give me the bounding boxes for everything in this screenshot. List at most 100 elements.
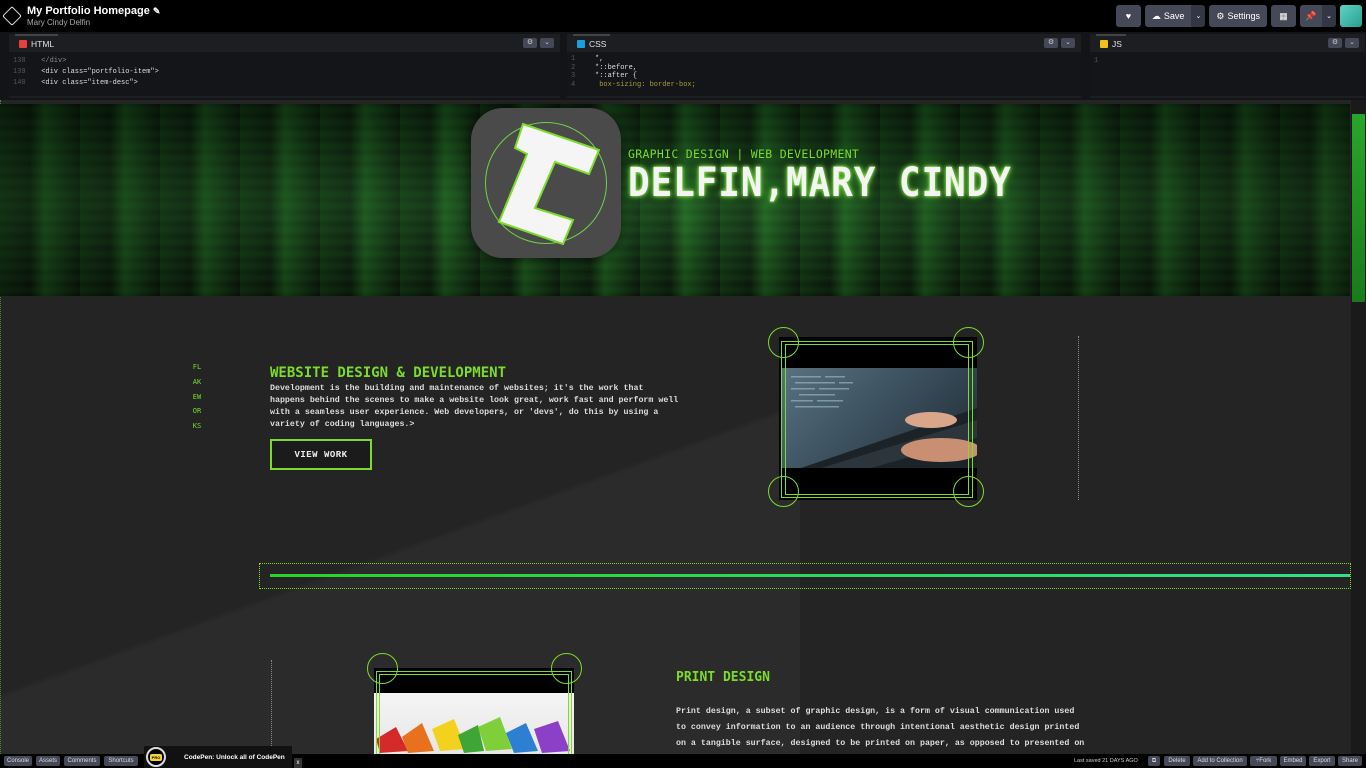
tab-css[interactable]: CSS xyxy=(573,34,611,52)
corner-circle xyxy=(768,476,799,507)
line-number: 138 xyxy=(13,57,26,65)
save-group: ☁ Save ⌄ xyxy=(1144,5,1206,27)
dotted-separator xyxy=(271,660,272,754)
layout-icon: ▦ xyxy=(1279,10,1288,21)
view-work-button[interactable]: VIEW WORK xyxy=(270,439,372,470)
assets-button[interactable]: Assets xyxy=(36,756,60,766)
pin-icon: 📌 xyxy=(1305,10,1317,21)
section-divider-line xyxy=(270,574,1350,577)
css-editor[interactable]: CSS ⚙ ⌄ 1 *, 2 *::before, 3 *::after { 4 box… xyxy=(567,34,1081,98)
pen-author[interactable]: Mary Cindy Delfin xyxy=(27,18,160,27)
code-line: <div class="item-desc"> xyxy=(37,79,138,87)
tab-js[interactable]: JS xyxy=(1096,34,1126,52)
corner-circle xyxy=(367,653,398,684)
delete-button[interactable]: Delete xyxy=(1164,756,1190,766)
save-label: Save xyxy=(1163,11,1185,21)
logo-glyph-icon xyxy=(497,122,601,246)
pro-promo-banner[interactable]: PRO CodePen: Unlock all of CodePen xyxy=(144,746,292,768)
fork-label: Fork xyxy=(1259,758,1272,764)
change-view-button[interactable]: ▦ xyxy=(1271,5,1296,27)
hero-subtitle: GRAPHIC DESIGN | WEB DEVELOPMENT xyxy=(628,147,860,161)
chevron-down-icon[interactable]: ⌄ xyxy=(540,38,554,48)
code-line: </div> xyxy=(37,57,67,65)
fork-button[interactable]: ⑂ Fork xyxy=(1250,756,1277,766)
pen-titles: My Portfolio Homepage ✎ Mary Cindy Delfin xyxy=(27,4,161,27)
js-editor[interactable]: JS ⚙ ⌄ 1 xyxy=(1090,34,1365,98)
external-link-icon: ⧉ xyxy=(1151,757,1157,764)
editor-panes: HTML ⚙ ⌄ 138 </div> 139 <div class="portf… xyxy=(0,32,1366,100)
pin-dropdown-button[interactable]: ⌄ xyxy=(1322,5,1336,27)
web-frame-border-inner xyxy=(785,344,969,495)
tab-html-label: HTML xyxy=(31,39,55,49)
preview-scrollbar-thumb[interactable] xyxy=(1352,114,1365,302)
css-lang-icon xyxy=(577,40,585,48)
line-number: 2 xyxy=(571,63,576,72)
last-saved-text: Last saved 21 DAYS AGO xyxy=(1074,758,1138,764)
pencil-icon[interactable]: ✎ xyxy=(153,6,161,16)
pro-badge-label: PRO xyxy=(150,753,162,761)
line-number: 139 xyxy=(13,68,26,76)
comments-button[interactable]: Comments xyxy=(64,756,100,766)
corner-circle xyxy=(953,476,984,507)
promo-text: CodePen: Unlock all of CodePen xyxy=(184,753,285,761)
html-editor-header: HTML ⚙ ⌄ xyxy=(9,34,560,52)
chevron-down-icon[interactable]: ⌄ xyxy=(1345,38,1359,48)
codepen-logo-icon[interactable] xyxy=(2,6,22,26)
chevron-down-icon: ⌄ xyxy=(1326,13,1332,20)
heart-icon: ♥ xyxy=(1125,11,1132,21)
code-line: *, xyxy=(595,55,604,63)
export-button[interactable]: Export xyxy=(1309,756,1335,766)
shortcuts-button[interactable]: Shortcuts xyxy=(104,756,138,766)
top-actions: ♥ ☁ Save ⌄ ⚙ Settings ▦ 📌 ⌄ xyxy=(1115,5,1366,27)
chevron-down-icon[interactable]: ⌄ xyxy=(1061,38,1075,48)
save-button[interactable]: ☁ Save xyxy=(1144,5,1192,27)
pen-title[interactable]: My Portfolio Homepage ✎ xyxy=(27,4,161,17)
save-dropdown-button[interactable]: ⌄ xyxy=(1191,5,1206,27)
flakeworks-logo xyxy=(471,108,621,258)
pin-group: 📌 ⌄ xyxy=(1300,5,1336,27)
pro-badge-icon: PRO xyxy=(146,747,166,767)
gear-icon[interactable]: ⚙ xyxy=(1328,38,1342,48)
corner-circle xyxy=(768,327,799,358)
add-to-collection-button[interactable]: Add to Collection xyxy=(1193,756,1247,766)
tab-js-label: JS xyxy=(1112,39,1122,49)
section-body-print: Print design, a subset of graphic design… xyxy=(676,707,1085,748)
html-editor-controls: ⚙ ⌄ xyxy=(523,38,554,48)
code-line: *::after { xyxy=(595,72,638,80)
js-editor-controls: ⚙ ⌄ xyxy=(1328,38,1359,48)
avatar[interactable] xyxy=(1340,5,1362,27)
line-number: 1 xyxy=(1094,57,1099,65)
preview-frame[interactable]: GRAPHIC DESIGN | WEB DEVELOPMENT DELFIN,… xyxy=(0,100,1366,754)
pen-title-text: My Portfolio Homepage xyxy=(27,4,150,17)
share-button[interactable]: Share xyxy=(1338,756,1362,766)
dotted-separator xyxy=(1078,336,1079,500)
tab-html[interactable]: HTML xyxy=(15,34,59,52)
console-button[interactable]: Console xyxy=(4,756,32,766)
embed-button[interactable]: Embed xyxy=(1280,756,1306,766)
section-body-web: Development is the building and maintena… xyxy=(270,384,679,429)
html-code[interactable]: 138 </div> 139 <div class="portfolio-ite… xyxy=(9,52,560,96)
line-number: 1 xyxy=(571,55,576,63)
top-bar: My Portfolio Homepage ✎ Mary Cindy Delfin… xyxy=(0,0,1366,32)
codepen-editor-window: { "header": { "pen_title": "My Portfolio… xyxy=(0,0,1366,768)
side-label: FLAKEWORKS xyxy=(192,363,202,431)
css-editor-controls: ⚙ ⌄ xyxy=(1044,38,1075,48)
gear-icon[interactable]: ⚙ xyxy=(523,38,537,48)
corner-circle xyxy=(953,327,984,358)
external-view-button[interactable]: ⧉ xyxy=(1148,756,1160,766)
css-code[interactable]: 1 *, 2 *::before, 3 *::after { 4 box-sizing… xyxy=(567,52,1081,96)
gear-icon: ⚙ xyxy=(1216,10,1225,21)
gear-icon[interactable]: ⚙ xyxy=(1044,38,1058,48)
html-editor[interactable]: HTML ⚙ ⌄ 138 </div> 139 <div class="portf… xyxy=(9,34,560,98)
heart-button[interactable]: ♥ xyxy=(1115,5,1141,27)
cloud-icon: ☁ xyxy=(1151,10,1161,21)
promo-close-button[interactable]: x xyxy=(294,758,302,768)
chevron-down-icon: ⌄ xyxy=(1195,13,1202,20)
print-frame-border-inner xyxy=(379,674,569,754)
js-lang-icon xyxy=(1100,40,1108,48)
pin-button[interactable]: 📌 xyxy=(1300,5,1322,27)
corner-circle xyxy=(551,653,582,684)
js-editor-header: JS ⚙ ⌄ xyxy=(1090,34,1365,52)
js-code[interactable]: 1 xyxy=(1090,52,1365,96)
settings-button[interactable]: ⚙ Settings xyxy=(1209,5,1267,27)
